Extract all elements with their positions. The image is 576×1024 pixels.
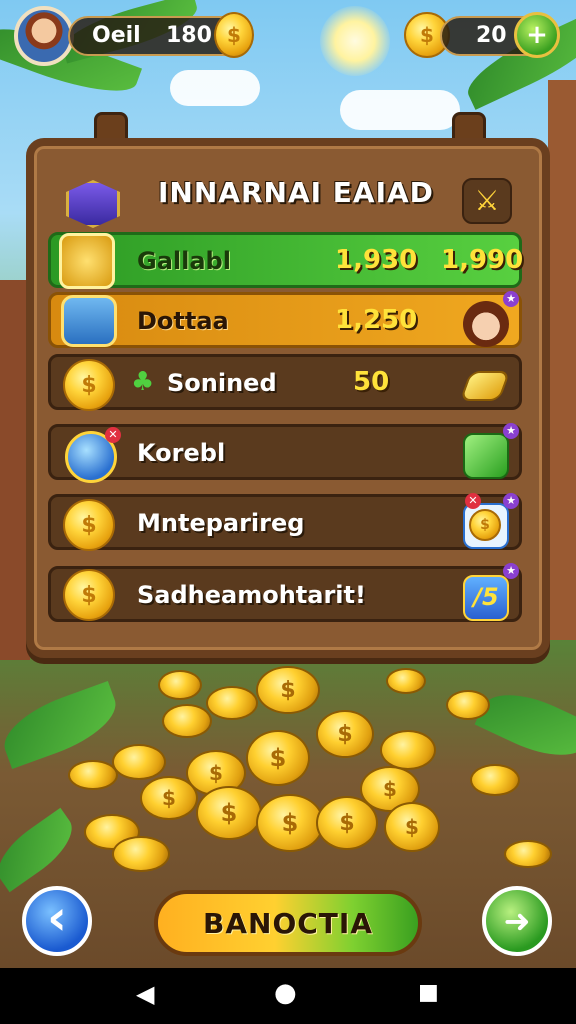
cloud: [340, 90, 460, 130]
list-item[interactable]: Gallabl 1,930 1,990: [48, 232, 524, 289]
coin-icon: [112, 744, 166, 780]
list-item[interactable]: $ ♣ Sonined 50: [48, 354, 522, 411]
coin-icon: [446, 690, 490, 720]
row-value-secondary: 1,990: [441, 245, 524, 275]
sun: [320, 6, 390, 76]
board-title: INNARNAI EAIAD: [158, 176, 434, 209]
coin-icon: $: [316, 710, 374, 758]
row-value: 50: [353, 367, 390, 397]
coin-icon: [206, 686, 258, 720]
treasure-chest-icon: [61, 295, 117, 347]
plus-icon: +: [526, 20, 548, 50]
list-item[interactable]: Dottaa 1,250 ★: [48, 291, 522, 348]
coin-icon: $: [214, 12, 254, 58]
list-item[interactable]: $ Mnteparireg $ ✕ ★: [48, 493, 522, 551]
next-button[interactable]: ➜: [482, 886, 552, 956]
star-badge-icon: ★: [503, 563, 519, 579]
currency-label: Oeil: [92, 23, 141, 48]
list-item[interactable]: ✕ Korebl ★: [48, 423, 522, 483]
clover-icon: ♣: [131, 367, 155, 397]
coin-icon: [158, 670, 202, 700]
row-name: Sonined: [167, 369, 277, 397]
coin-icon: $: [246, 730, 310, 786]
player-avatar[interactable]: [14, 6, 74, 66]
coin-icon: $: [384, 802, 440, 852]
coin-icon: [112, 836, 170, 872]
coin-icon: [380, 730, 436, 770]
currency-value: 20: [476, 23, 507, 48]
coin-icon: $: [469, 509, 501, 541]
gold-bar-icon[interactable]: [459, 371, 511, 401]
sword-icon[interactable]: ⚔: [462, 178, 512, 224]
hut: [548, 80, 576, 640]
system-home-button[interactable]: ●: [274, 978, 297, 1008]
cloud: [170, 70, 260, 106]
coin-pile: $ $ $ $ $ $ $ $ $ $: [50, 660, 552, 890]
add-currency-button[interactable]: +: [514, 12, 560, 58]
row-name: Korebl: [137, 439, 226, 467]
coin-icon: [504, 840, 552, 868]
system-back-button[interactable]: ◀: [136, 980, 154, 1008]
coin-icon: $: [196, 786, 262, 840]
list-item[interactable]: $ Sadheamohtarit! /5 ★: [48, 563, 522, 622]
character-avatar-icon[interactable]: [463, 301, 509, 347]
coin-icon: $: [316, 796, 378, 850]
system-recents-button[interactable]: ■: [418, 980, 439, 1005]
system-navigation-bar: ◀ ● ■: [0, 968, 576, 1024]
coin-icon: [470, 764, 520, 796]
currency-value: 180: [166, 23, 212, 48]
coin-icon: $: [256, 666, 320, 714]
star-badge-icon: ★: [503, 493, 519, 509]
star-badge-icon: ★: [503, 423, 519, 439]
close-badge-icon: ✕: [105, 427, 121, 443]
coin-icon: $: [63, 359, 115, 411]
main-action-label: BANOCTIA: [203, 906, 373, 940]
row-value: 1,250: [335, 305, 418, 335]
chevron-left-icon: ‹: [47, 890, 67, 946]
trophy-icon: [59, 233, 115, 289]
coin-icon: $: [63, 569, 115, 621]
arrow-right-icon: ➜: [503, 902, 531, 940]
coin-icon: [162, 704, 212, 738]
row-name: Dottaa: [137, 307, 229, 335]
coin-icon: $: [256, 794, 324, 852]
count-card[interactable]: /5: [463, 575, 509, 621]
row-value: 1,930: [335, 245, 418, 275]
row-name: Mnteparireg: [137, 509, 305, 537]
coin-icon: $: [140, 776, 198, 820]
star-badge-icon: ★: [503, 291, 519, 307]
cash-icon[interactable]: [463, 433, 509, 479]
coin-icon: [68, 760, 118, 790]
row-name: Gallabl: [137, 247, 231, 275]
main-action-button[interactable]: BANOCTIA: [154, 890, 422, 956]
row-name: Sadheamohtarit!: [137, 581, 366, 609]
back-button[interactable]: ‹: [22, 886, 92, 956]
coin-icon: [386, 668, 426, 694]
close-badge-icon: ✕: [465, 493, 481, 509]
coin-icon: $: [63, 499, 115, 551]
